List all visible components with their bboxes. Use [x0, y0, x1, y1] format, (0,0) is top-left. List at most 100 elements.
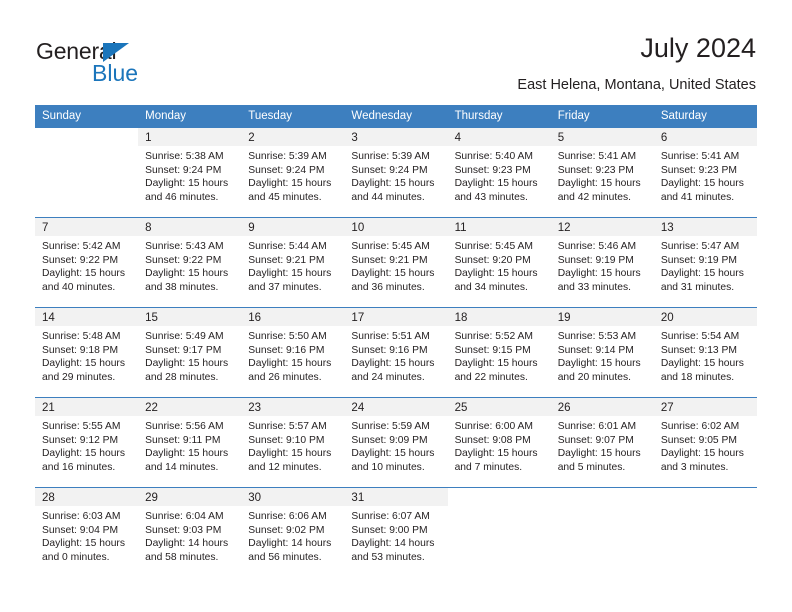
day-sunrise-text: Sunrise: 5:43 AM: [145, 241, 224, 252]
calendar-day-cell[interactable]: 22 Sunrise: 5:56 AM Sunset: 9:11 PM Dayligh…: [138, 397, 242, 488]
weekday-header-thursday: Thursday: [447, 105, 551, 128]
calendar-day-cell[interactable]: 23 Sunrise: 5:57 AM Sunset: 9:10 PM Dayligh…: [241, 397, 345, 488]
day-sunset-text: Sunset: 9:16 PM: [351, 344, 428, 356]
day-sun-info: Sunrise: 5:53 AM Sunset: 9:14 PM Daylight:…: [551, 326, 654, 384]
day-sunrise-text: Sunrise: 5:56 AM: [145, 421, 224, 432]
day-daylight2-text: and 20 minutes.: [557, 371, 631, 383]
day-sun-info: Sunrise: 5:45 AM Sunset: 9:21 PM Daylight:…: [344, 236, 447, 294]
day-sunset-text: Sunset: 9:11 PM: [145, 434, 221, 446]
day-sunset-text: Sunset: 9:24 PM: [351, 164, 428, 176]
day-number: 7: [35, 218, 139, 236]
day-number: 5: [550, 128, 654, 146]
day-sunset-text: Sunset: 9:14 PM: [557, 344, 634, 356]
calendar-day-cell[interactable]: 30 Sunrise: 6:06 AM Sunset: 9:02 PM Dayligh…: [241, 487, 345, 578]
day-number: 24: [344, 398, 448, 416]
calendar-day-cell[interactable]: 4 Sunrise: 5:40 AM Sunset: 9:23 PM Daylight…: [447, 127, 551, 218]
day-sunset-text: Sunset: 9:03 PM: [145, 524, 222, 536]
day-number: 22: [138, 398, 242, 416]
calendar-day-cell[interactable]: 20 Sunrise: 5:54 AM Sunset: 9:13 PM Dayligh…: [653, 307, 757, 398]
day-daylight2-text: and 43 minutes.: [454, 191, 528, 203]
day-number: 20: [653, 308, 757, 326]
calendar-day-cell[interactable]: 8 Sunrise: 5:43 AM Sunset: 9:22 PM Daylight…: [138, 217, 242, 308]
day-sunset-text: Sunset: 9:22 PM: [42, 254, 119, 266]
day-number: 10: [344, 218, 448, 236]
day-daylight1-text: Daylight: 14 hours: [351, 538, 435, 550]
calendar-day-cell[interactable]: 13 Sunrise: 5:47 AM Sunset: 9:19 PM Dayligh…: [653, 217, 757, 308]
calendar-day-cell[interactable]: 16 Sunrise: 5:50 AM Sunset: 9:16 PM Dayligh…: [241, 307, 345, 398]
calendar-day-cell[interactable]: 14 Sunrise: 5:48 AM Sunset: 9:18 PM Dayligh…: [35, 307, 139, 398]
calendar-day-cell[interactable]: 5 Sunrise: 5:41 AM Sunset: 9:23 PM Daylight…: [550, 127, 654, 218]
day-sunrise-text: Sunrise: 5:57 AM: [248, 421, 327, 432]
day-daylight2-text: and 26 minutes.: [248, 371, 322, 383]
day-daylight2-text: and 5 minutes.: [557, 461, 626, 473]
calendar-day-cell[interactable]: 29 Sunrise: 6:04 AM Sunset: 9:03 PM Dayligh…: [138, 487, 242, 578]
day-number: 6: [653, 128, 757, 146]
day-sun-info: Sunrise: 5:43 AM Sunset: 9:22 PM Daylight:…: [138, 236, 241, 294]
day-daylight1-text: Daylight: 15 hours: [42, 268, 125, 280]
weekday-header-monday: Monday: [138, 105, 242, 128]
day-daylight2-text: and 18 minutes.: [660, 371, 735, 383]
calendar-day-cell[interactable]: 3 Sunrise: 5:39 AM Sunset: 9:24 PM Daylight…: [344, 127, 448, 218]
day-daylight2-text: and 24 minutes.: [351, 371, 425, 383]
day-number: 17: [344, 308, 448, 326]
day-daylight1-text: Daylight: 15 hours: [454, 268, 538, 280]
day-sunrise-text: Sunrise: 5:40 AM: [454, 151, 533, 162]
day-sunset-text: Sunset: 9:13 PM: [660, 344, 737, 356]
day-sunset-text: Sunset: 9:04 PM: [42, 524, 119, 536]
calendar-day-cell[interactable]: 19 Sunrise: 5:53 AM Sunset: 9:14 PM Dayligh…: [550, 307, 654, 398]
day-sun-info: Sunrise: 6:01 AM Sunset: 9:07 PM Daylight:…: [551, 416, 654, 474]
calendar-day-cell[interactable]: 10 Sunrise: 5:45 AM Sunset: 9:21 PM Dayligh…: [344, 217, 448, 308]
day-sunset-text: Sunset: 9:23 PM: [660, 164, 737, 176]
calendar-day-cell[interactable]: 21 Sunrise: 5:55 AM Sunset: 9:12 PM Dayligh…: [35, 397, 139, 488]
day-sunrise-text: Sunrise: 6:00 AM: [454, 421, 533, 432]
day-daylight1-text: Daylight: 15 hours: [145, 358, 229, 370]
calendar-day-cell[interactable]: 7 Sunrise: 5:42 AM Sunset: 9:22 PM Daylight…: [35, 217, 139, 308]
day-daylight2-text: and 36 minutes.: [351, 281, 425, 293]
day-sunset-text: Sunset: 9:19 PM: [557, 254, 634, 266]
calendar-day-cell[interactable]: 15 Sunrise: 5:49 AM Sunset: 9:17 PM Dayligh…: [138, 307, 242, 398]
day-number: 21: [35, 398, 139, 416]
day-sunset-text: Sunset: 9:24 PM: [145, 164, 222, 176]
day-daylight2-text: and 14 minutes.: [145, 461, 219, 473]
calendar-day-cell[interactable]: 18 Sunrise: 5:52 AM Sunset: 9:15 PM Dayligh…: [447, 307, 551, 398]
calendar-day-cell[interactable]: 31 Sunrise: 6:07 AM Sunset: 9:00 PM Dayligh…: [344, 487, 448, 578]
day-number: 31: [344, 488, 448, 506]
calendar-table: Sunday Monday Tuesday Wednesday Thursday…: [35, 105, 757, 578]
calendar-day-cell[interactable]: 17 Sunrise: 5:51 AM Sunset: 9:16 PM Dayligh…: [344, 307, 448, 398]
day-daylight2-text: and 7 minutes.: [454, 461, 523, 473]
day-number: 12: [550, 218, 654, 236]
calendar-day-cell[interactable]: 1 Sunrise: 5:38 AM Sunset: 9:24 PM Daylight…: [138, 127, 242, 218]
day-sun-info: Sunrise: 5:48 AM Sunset: 9:18 PM Daylight:…: [35, 326, 138, 384]
calendar-day-cell[interactable]: 6 Sunrise: 5:41 AM Sunset: 9:23 PM Daylight…: [653, 127, 757, 218]
calendar-day-cell[interactable]: 26 Sunrise: 6:01 AM Sunset: 9:07 PM Dayligh…: [550, 397, 654, 488]
calendar-day-cell[interactable]: 27 Sunrise: 6:02 AM Sunset: 9:05 PM Dayligh…: [653, 397, 757, 488]
calendar-day-cell[interactable]: 9 Sunrise: 5:44 AM Sunset: 9:21 PM Daylight…: [241, 217, 345, 308]
day-sunset-text: Sunset: 9:00 PM: [351, 524, 428, 536]
day-sunrise-text: Sunrise: 5:59 AM: [351, 421, 430, 432]
day-sunset-text: Sunset: 9:12 PM: [42, 434, 119, 446]
day-sunrise-text: Sunrise: 5:53 AM: [557, 331, 637, 342]
day-sunrise-text: Sunrise: 5:51 AM: [351, 331, 430, 342]
logo-text-blue: Blue: [92, 60, 139, 86]
day-sunset-text: Sunset: 9:20 PM: [454, 254, 531, 266]
weekday-header-tuesday: Tuesday: [241, 105, 345, 128]
day-sun-info: Sunrise: 5:39 AM Sunset: 9:24 PM Daylight:…: [344, 146, 447, 204]
calendar-day-cell[interactable]: 11 Sunrise: 5:45 AM Sunset: 9:20 PM Dayligh…: [447, 217, 551, 308]
weekday-header-saturday: Saturday: [653, 105, 757, 128]
day-daylight1-text: Daylight: 14 hours: [248, 538, 332, 550]
general-blue-logo[interactable]: General Blue: [36, 38, 236, 90]
day-sunset-text: Sunset: 9:23 PM: [557, 164, 634, 176]
calendar-day-cell[interactable]: 12 Sunrise: 5:46 AM Sunset: 9:19 PM Dayligh…: [550, 217, 654, 308]
calendar-day-cell[interactable]: 2 Sunrise: 5:39 AM Sunset: 9:24 PM Daylight…: [241, 127, 345, 218]
day-sun-info: Sunrise: 5:41 AM Sunset: 9:23 PM Daylight:…: [654, 146, 757, 204]
day-number: 23: [241, 398, 345, 416]
day-daylight1-text: Daylight: 15 hours: [42, 358, 125, 370]
day-sun-info: Sunrise: 5:44 AM Sunset: 9:21 PM Daylight:…: [241, 236, 344, 294]
day-sunset-text: Sunset: 9:08 PM: [454, 434, 531, 446]
day-sunrise-text: Sunrise: 6:04 AM: [145, 511, 224, 522]
calendar-day-cell[interactable]: 25 Sunrise: 6:00 AM Sunset: 9:08 PM Dayligh…: [447, 397, 551, 488]
calendar-week-row: 1 Sunrise: 5:38 AM Sunset: 9:24 PM Daylight…: [35, 127, 757, 218]
calendar-day-cell[interactable]: 28 Sunrise: 6:03 AM Sunset: 9:04 PM Dayligh…: [35, 487, 139, 578]
calendar-day-cell[interactable]: 24 Sunrise: 5:59 AM Sunset: 9:09 PM Dayligh…: [344, 397, 448, 488]
day-daylight2-text: and 38 minutes.: [145, 281, 219, 293]
